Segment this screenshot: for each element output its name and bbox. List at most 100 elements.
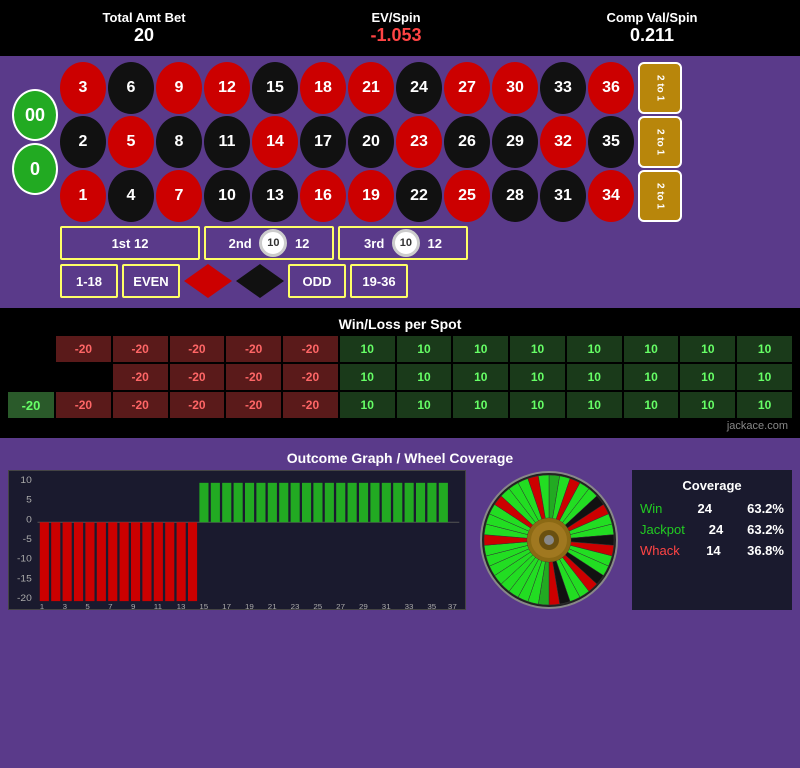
num-31[interactable]: 31	[540, 170, 586, 222]
roulette-grid: 00 0 36912151821242730333625811141720232…	[12, 62, 788, 222]
svg-text:5: 5	[26, 495, 32, 505]
svg-text:33: 33	[405, 603, 414, 609]
num-27[interactable]: 27	[444, 62, 490, 114]
bet-1-18[interactable]: 1-18	[60, 264, 118, 298]
num-13[interactable]: 13	[252, 170, 298, 222]
num-10[interactable]: 10	[204, 170, 250, 222]
coverage-jackpot-label: Jackpot	[640, 522, 685, 537]
num-1[interactable]: 1	[60, 170, 106, 222]
comp-val-value: 0.211	[606, 25, 697, 46]
column-bets: 2 to 1 2 to 1 2 to 1	[638, 62, 682, 222]
coverage-win-count: 24	[698, 501, 712, 516]
num-33[interactable]: 33	[540, 62, 586, 114]
num-18[interactable]: 18	[300, 62, 346, 114]
num-6[interactable]: 6	[108, 62, 154, 114]
num-16[interactable]: 16	[300, 170, 346, 222]
wl-r0-c5: 10	[340, 336, 395, 362]
wl-r0-c12: 10	[737, 336, 792, 362]
double-zero[interactable]: 00	[12, 89, 58, 141]
wl-r0-c11: 10	[680, 336, 735, 362]
winloss-title: Win/Loss per Spot	[8, 312, 792, 336]
num-28[interactable]: 28	[492, 170, 538, 222]
svg-text:-15: -15	[17, 574, 32, 584]
col-bet-3[interactable]: 2 to 1	[638, 170, 682, 222]
coverage-whack-pct: 36.8%	[747, 543, 784, 558]
header: Total Amt Bet 20 EV/Spin -1.053 Comp Val…	[0, 0, 800, 56]
num-24[interactable]: 24	[396, 62, 442, 114]
dozen-3-suffix: 12	[424, 236, 442, 251]
bet-19-36[interactable]: 19-36	[350, 264, 408, 298]
svg-text:3: 3	[63, 603, 67, 609]
num-22[interactable]: 22	[396, 170, 442, 222]
num-12[interactable]: 12	[204, 62, 250, 114]
coverage-win-row: Win 24 63.2%	[640, 501, 784, 516]
coverage-whack-row: Whack 14 36.8%	[640, 543, 784, 558]
svg-text:5: 5	[85, 603, 89, 609]
single-zero[interactable]: 0	[12, 143, 58, 195]
dozens-row: 1st 12 2nd 10 12 3rd 10 12	[60, 226, 788, 260]
wl-r2-c0: -20	[56, 392, 111, 418]
wl-r2-c6: 10	[397, 392, 452, 418]
total-amt-bet-value: 20	[102, 25, 185, 46]
num-2[interactable]: 2	[60, 116, 106, 168]
coverage-jackpot-count: 24	[709, 522, 723, 537]
num-3[interactable]: 3	[60, 62, 106, 114]
even-odd-row: 1-18 EVEN ODD 19-36	[60, 264, 788, 298]
num-11[interactable]: 11	[204, 116, 250, 168]
wl-r0-c9: 10	[567, 336, 622, 362]
comp-val-label: Comp Val/Spin	[606, 10, 697, 25]
num-26[interactable]: 26	[444, 116, 490, 168]
num-36[interactable]: 36	[588, 62, 634, 114]
num-21[interactable]: 21	[348, 62, 394, 114]
num-14[interactable]: 14	[252, 116, 298, 168]
num-35[interactable]: 35	[588, 116, 634, 168]
wl-r0-c6: 10	[397, 336, 452, 362]
col-bet-2[interactable]: 2 to 1	[638, 116, 682, 168]
num-17[interactable]: 17	[300, 116, 346, 168]
coverage-whack-count: 14	[706, 543, 720, 558]
dozen-2-chip: 10	[259, 229, 287, 257]
jackace-credit: jackace.com	[8, 418, 792, 434]
num-30[interactable]: 30	[492, 62, 538, 114]
bet-even[interactable]: EVEN	[122, 264, 180, 298]
wl-r0-c7: 10	[453, 336, 508, 362]
wl-r0-c8: 10	[510, 336, 565, 362]
outcome-section: Outcome Graph / Wheel Coverage 10 5 0 -5…	[0, 442, 800, 614]
svg-text:37: 37	[448, 603, 457, 609]
col-bet-1[interactable]: 2 to 1	[638, 62, 682, 114]
dozen-2[interactable]: 2nd 10 12	[204, 226, 334, 260]
dozen-1[interactable]: 1st 12	[60, 226, 200, 260]
coverage-win-label: Win	[640, 501, 662, 516]
svg-text:21: 21	[268, 603, 277, 609]
num-15[interactable]: 15	[252, 62, 298, 114]
num-29[interactable]: 29	[492, 116, 538, 168]
coverage-win-pct: 63.2%	[747, 501, 784, 516]
num-34[interactable]: 34	[588, 170, 634, 222]
num-19[interactable]: 19	[348, 170, 394, 222]
outcome-content: 10 5 0 -5 -10 -15 -20	[8, 470, 792, 610]
svg-text:25: 25	[313, 603, 322, 609]
num-9[interactable]: 9	[156, 62, 202, 114]
num-32[interactable]: 32	[540, 116, 586, 168]
svg-text:23: 23	[291, 603, 300, 609]
num-5[interactable]: 5	[108, 116, 154, 168]
bet-odd[interactable]: ODD	[288, 264, 346, 298]
wl-side-2: -20	[8, 392, 54, 418]
winloss-section: Win/Loss per Spot -20-20-20-20-201010101…	[0, 308, 800, 438]
dozen-2-suffix: 12	[291, 236, 309, 251]
red-diamond[interactable]	[184, 264, 232, 298]
num-23[interactable]: 23	[396, 116, 442, 168]
dozen-3[interactable]: 3rd 10 12	[338, 226, 468, 260]
black-diamond[interactable]	[236, 264, 284, 298]
num-20[interactable]: 20	[348, 116, 394, 168]
num-8[interactable]: 8	[156, 116, 202, 168]
zero-column: 00 0	[12, 62, 58, 222]
wl-r2-c4: -20	[283, 392, 338, 418]
num-25[interactable]: 25	[444, 170, 490, 222]
num-4[interactable]: 4	[108, 170, 154, 222]
wl-r1-c1: -20	[113, 364, 168, 390]
wl-r2-c8: 10	[510, 392, 565, 418]
num-7[interactable]: 7	[156, 170, 202, 222]
wl-r0-c0: -20	[56, 336, 111, 362]
svg-text:7: 7	[108, 603, 112, 609]
